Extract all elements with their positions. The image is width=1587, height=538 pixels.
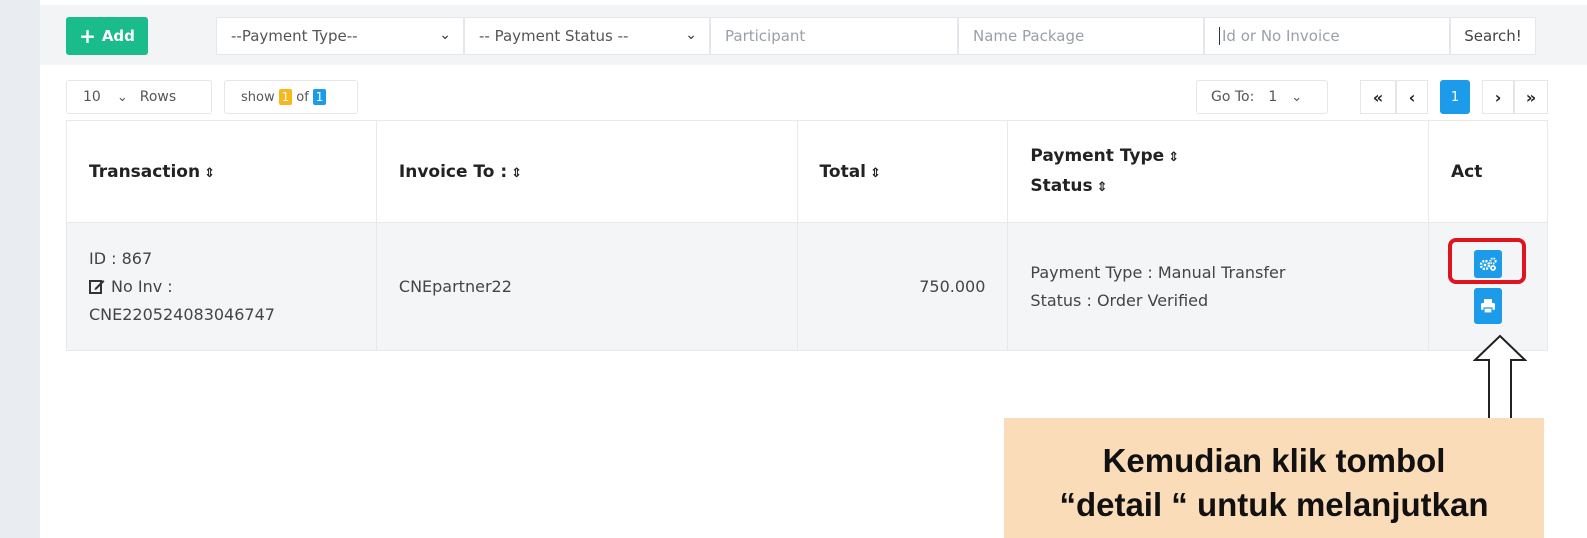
prev-page-button[interactable]: ‹	[1396, 80, 1428, 114]
text-cursor	[1219, 27, 1220, 45]
header-payment-type-status[interactable]: Payment Type ⇕ Status ⇕	[1007, 120, 1430, 223]
payment-status-select[interactable]: -- Payment Status -- ⌄	[464, 17, 710, 55]
cell-total: 750.000	[796, 222, 1009, 351]
next-page-button[interactable]: ›	[1482, 80, 1514, 114]
first-page-button[interactable]: «	[1360, 80, 1396, 114]
chevron-down-icon: ⌄	[685, 27, 697, 43]
invoice-number: CNE220524083046747	[89, 304, 275, 324]
rows-per-page-select[interactable]: 10 ⌄ Rows	[66, 80, 212, 114]
rows-value: 10	[83, 89, 101, 105]
up-arrow-pointer	[1473, 334, 1527, 429]
chevron-down-icon: ⌄	[116, 89, 128, 105]
sort-icon: ⇕	[1168, 149, 1180, 165]
cell-invoice-to: CNEpartner22	[375, 222, 798, 351]
header-total[interactable]: Total ⇕	[796, 120, 1009, 223]
edit-invoice-link[interactable]: No Inv :	[89, 273, 354, 301]
callout-line-1: Kemudian klik tombol	[1102, 442, 1446, 479]
last-page-button[interactable]: »	[1514, 80, 1548, 114]
total-count-badge: 1	[312, 89, 327, 105]
payment-type-value: Payment Type : Manual Transfer	[1030, 262, 1286, 282]
name-package-input[interactable]: Name Package	[958, 17, 1204, 55]
edit-icon	[89, 279, 105, 294]
goto-label: Go To:	[1211, 89, 1255, 105]
show-label: show	[241, 89, 275, 105]
transactions-table: Transaction ⇕ Invoice To : ⇕ Total ⇕ Paymen…	[66, 120, 1548, 351]
transaction-id: ID : 867	[89, 248, 153, 268]
goto-page-select[interactable]: Go To: 1 ⌄	[1196, 80, 1328, 114]
cell-payment-status: Payment Type : Manual Transfer Status : …	[1007, 222, 1430, 351]
show-count: show 1 of 1	[224, 80, 358, 114]
sort-icon: ⇕	[870, 165, 881, 181]
add-button-label: Add	[101, 27, 135, 45]
current-count-badge: 1	[278, 89, 293, 105]
rows-label: Rows	[139, 89, 177, 105]
of-label: of	[296, 89, 309, 105]
table-row: ID : 867 No Inv : CNE220524083046747 CNE…	[66, 222, 1548, 351]
status-value: Status : Order Verified	[1030, 290, 1209, 310]
callout-line-2: “detail “ untuk melanjutkan	[1059, 486, 1489, 523]
header-payment-type: Payment Type	[1030, 145, 1165, 166]
detail-button-highlight	[1448, 238, 1526, 284]
sort-icon: ⇕	[1096, 179, 1108, 195]
participant-input[interactable]: Participant	[710, 17, 958, 55]
add-button[interactable]: + Add	[66, 17, 148, 55]
header-act: Act	[1428, 120, 1548, 223]
payment-status-select-value: -- Payment Status --	[479, 27, 629, 45]
page-1-button[interactable]: 1	[1440, 80, 1470, 114]
goto-value: 1	[1268, 89, 1278, 105]
payment-type-select-value: --Payment Type--	[231, 27, 358, 45]
participant-placeholder: Participant	[725, 27, 806, 45]
sort-icon: ⇕	[511, 165, 523, 181]
left-sidebar-strip	[0, 0, 40, 538]
chevron-down-icon: ⌄	[1291, 89, 1303, 105]
print-button[interactable]	[1474, 287, 1502, 324]
header-transaction[interactable]: Transaction ⇕	[66, 120, 377, 223]
invoice-search-input[interactable]: Id or No Invoice	[1204, 17, 1450, 55]
name-package-placeholder: Name Package	[973, 27, 1085, 45]
search-button[interactable]: Search!	[1450, 17, 1536, 55]
instruction-callout: Kemudian klik tombol “detail “ untuk mel…	[1004, 418, 1544, 538]
invoice-placeholder: Id or No Invoice	[1222, 27, 1340, 45]
no-inv-label: No Inv :	[111, 276, 173, 296]
print-icon	[1481, 298, 1495, 314]
sort-icon: ⇕	[204, 165, 215, 181]
header-invoice-to[interactable]: Invoice To : ⇕	[375, 120, 798, 223]
header-status: Status	[1030, 175, 1093, 196]
cell-transaction: ID : 867 No Inv : CNE220524083046747	[66, 222, 377, 351]
plus-icon: +	[79, 24, 96, 48]
chevron-down-icon: ⌄	[439, 27, 451, 43]
payment-type-select[interactable]: --Payment Type-- ⌄	[216, 17, 464, 55]
